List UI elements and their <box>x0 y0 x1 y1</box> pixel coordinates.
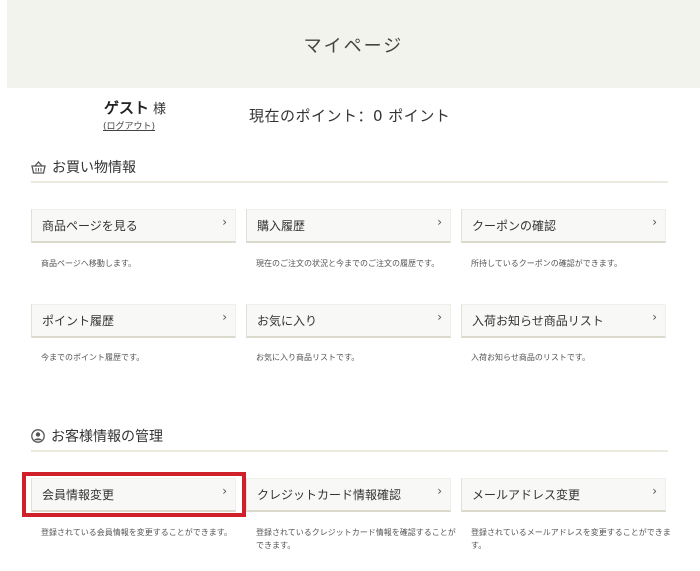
card-button-credit-card[interactable]: クレジットカード情報確認 › <box>246 478 451 512</box>
card-button-email-change[interactable]: メールアドレス変更 › <box>461 478 666 512</box>
card-description: 所持しているクーポンの確認ができます。 <box>471 259 622 268</box>
user-circle-icon <box>31 429 45 443</box>
card-description: 登録されているクレジットカード情報を確認することができます。 <box>256 528 456 550</box>
card-description: 商品ページへ移動します。 <box>41 259 137 268</box>
chevron-right-icon: › <box>222 215 227 229</box>
basket-icon <box>31 160 46 174</box>
card-description: お気に入り商品リストです。 <box>256 353 360 362</box>
chevron-right-icon: › <box>222 310 227 324</box>
points-display: 現在のポイント：0 ポイント <box>249 107 451 125</box>
section-title-label: お買い物情報 <box>52 160 136 176</box>
chevron-right-icon: › <box>437 310 442 324</box>
card-label: 商品ページを見る <box>42 219 138 233</box>
page-title: マイページ <box>303 36 404 57</box>
section-divider <box>31 181 668 183</box>
chevron-right-icon: › <box>652 215 657 229</box>
card-button-point-history[interactable]: ポイント履歴 › <box>31 304 236 338</box>
card-description: 入荷お知らせ商品のリストです。 <box>471 353 591 362</box>
section-title-label: お客様情報の管理 <box>51 429 163 445</box>
section-divider <box>31 450 668 452</box>
card-button-member-info[interactable]: 会員情報変更 › <box>31 478 236 512</box>
card-button-coupon[interactable]: クーポンの確認 › <box>461 209 666 243</box>
card-button-purchase-history[interactable]: 購入履歴 › <box>246 209 451 243</box>
card-label: 購入履歴 <box>257 219 306 233</box>
card-label: 会員情報変更 <box>42 488 115 502</box>
card-label: クレジットカード情報確認 <box>257 488 402 502</box>
card-button-product-page[interactable]: 商品ページを見る › <box>31 209 236 243</box>
page-header: マイページ <box>7 0 700 88</box>
card-label: ポイント履歴 <box>42 314 115 328</box>
chevron-right-icon: › <box>437 215 442 229</box>
user-greeting: ゲスト様 <box>104 97 166 118</box>
chevron-right-icon: › <box>652 484 657 498</box>
chevron-right-icon: › <box>222 484 227 498</box>
chevron-right-icon: › <box>652 310 657 324</box>
card-button-restock-list[interactable]: 入荷お知らせ商品リスト › <box>461 304 666 338</box>
section-title-shopping: お買い物情報 <box>31 157 136 177</box>
card-description: 現在のご注文の状況と今までのご注文の履歴です。 <box>256 259 440 268</box>
chevron-right-icon: › <box>437 484 442 498</box>
card-label: メールアドレス変更 <box>472 488 581 502</box>
logout-link[interactable]: (ログアウト) <box>103 119 155 132</box>
card-label: お気に入り <box>257 314 318 328</box>
card-description: 登録されているメールアドレスを変更することができます。 <box>471 528 671 550</box>
user-name: ゲスト <box>104 99 150 117</box>
card-button-favorites[interactable]: お気に入り › <box>246 304 451 338</box>
card-description: 今までのポイント履歴です。 <box>41 353 145 362</box>
card-label: 入荷お知らせ商品リスト <box>472 314 604 328</box>
user-honorific: 様 <box>153 102 167 117</box>
card-label: クーポンの確認 <box>472 219 557 233</box>
section-title-account: お客様情報の管理 <box>31 426 163 446</box>
card-description: 登録されている会員情報を変更することができます。 <box>41 528 232 537</box>
